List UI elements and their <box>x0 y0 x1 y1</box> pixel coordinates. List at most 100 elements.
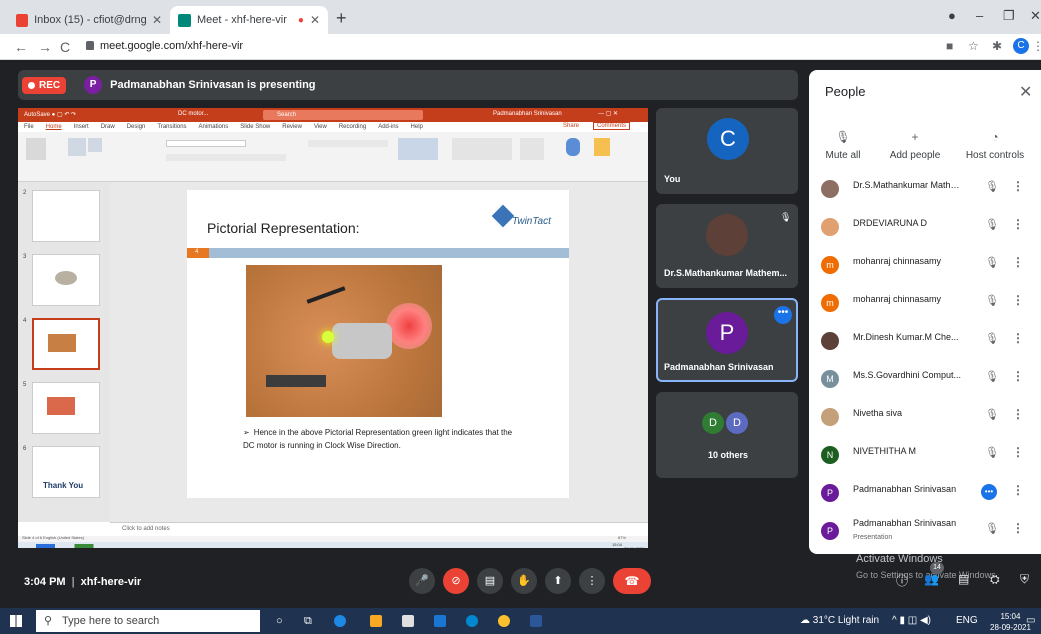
more-icon[interactable]: ⋮ <box>1012 255 1024 269</box>
ribbon-tab[interactable]: Draw <box>101 124 115 130</box>
slide-thumbnail[interactable] <box>32 190 100 242</box>
host-controls-button[interactable]: ◔ Host controls <box>965 130 1025 161</box>
notes-pane[interactable]: Click to add notes <box>110 522 648 536</box>
more-options-button[interactable]: ⋮ <box>579 568 605 594</box>
ribbon-tab[interactable]: Recording <box>339 124 366 130</box>
participant-row[interactable]: Mr.Dinesh Kumar.M Che... 🎙 ⋮ <box>809 322 1041 360</box>
slide-thumbnail-selected[interactable] <box>32 318 100 370</box>
edge-icon[interactable] <box>334 615 346 627</box>
more-icon[interactable]: ⋮ <box>1012 293 1024 307</box>
avatar[interactable]: C <box>1013 38 1029 54</box>
more-icon[interactable]: ⋮ <box>1012 445 1024 459</box>
reload-icon[interactable]: C <box>60 39 70 55</box>
close-icon[interactable]: ✕ <box>152 13 162 27</box>
participant-row[interactable]: m mohanraj chinnasamy 🎙 ⋮ <box>809 246 1041 284</box>
mic-button[interactable]: 🎤 <box>409 568 435 594</box>
font-select[interactable] <box>166 140 246 147</box>
more-icon[interactable]: ⋮ <box>1012 369 1024 383</box>
taskbar-search-input[interactable]: ⚲ Type here to search <box>36 610 260 632</box>
star-icon[interactable]: ☆ <box>968 39 979 53</box>
ribbon-tab[interactable]: File <box>24 124 34 130</box>
paste-icon[interactable] <box>26 138 46 160</box>
menu-icon[interactable]: ⋮ <box>1032 39 1041 53</box>
comments-button[interactable]: Comments <box>593 122 631 130</box>
pp-search-input[interactable]: Search <box>263 110 423 120</box>
participant-row[interactable]: P Padmanabhan Srinivasan ••• ⋮ <box>809 474 1041 512</box>
ribbon-tab[interactable]: Review <box>282 124 302 130</box>
ribbon-tab[interactable]: Animations <box>199 124 229 130</box>
maximize-button[interactable]: ❐ <box>1003 8 1015 24</box>
captions-button[interactable]: ▤ <box>477 568 503 594</box>
mail-icon[interactable] <box>434 615 446 627</box>
chrome-icon[interactable] <box>498 615 510 627</box>
ribbon-tab[interactable]: View <box>314 124 327 130</box>
file-explorer-icon[interactable] <box>370 615 382 627</box>
more-icon[interactable]: ⋮ <box>1012 217 1024 231</box>
tab-gmail[interactable]: Inbox (15) - cfiot@drngpasc.ac.i ✕ <box>8 6 170 34</box>
participant-row[interactable]: Nivetha siva 🎙 ⋮ <box>809 398 1041 436</box>
dictate-icon[interactable] <box>566 138 580 156</box>
participant-tile-presenter[interactable]: P ••• Padmanabhan Srinivasan <box>656 298 798 382</box>
design-ideas-icon[interactable] <box>594 138 610 156</box>
share-button[interactable]: Share <box>563 123 579 129</box>
new-tab-button[interactable]: + <box>336 8 347 29</box>
minimize-button[interactable]: – <box>976 8 983 23</box>
paragraph-icons[interactable] <box>308 140 388 147</box>
slide-thumbnail[interactable]: Thank You <box>32 446 100 498</box>
close-window-button[interactable]: ✕ <box>1030 8 1041 24</box>
participant-row[interactable]: Dr.S.Mathankumar Mathe... 🎙 ⋮ <box>809 170 1041 208</box>
close-icon[interactable]: ✕ <box>310 13 320 27</box>
pp-window-controls[interactable]: — ▢ ✕ <box>598 110 618 117</box>
host-shield-icon[interactable]: ⛨ <box>1020 572 1029 587</box>
taskbar-clock[interactable]: 15:04 28-09-2021 <box>990 611 1031 633</box>
url-field[interactable]: meet.google.com/xhf-here-vir <box>86 40 243 52</box>
notifications-icon[interactable]: ▭ <box>1026 615 1035 626</box>
close-icon[interactable]: ✕ <box>1019 82 1032 102</box>
participant-tile-others[interactable]: D D 10 others <box>656 392 798 478</box>
app-icon[interactable] <box>466 615 478 627</box>
chat-icon[interactable]: ▤ <box>958 572 969 586</box>
participant-tile[interactable]: 🎙 Dr.S.Mathankumar Mathem... <box>656 204 798 288</box>
windows-start-icon[interactable] <box>10 615 22 627</box>
more-icon[interactable]: ⋮ <box>1012 483 1024 497</box>
ribbon-tab[interactable]: Home <box>46 124 62 130</box>
back-icon[interactable]: ← <box>14 39 28 55</box>
camera-off-button[interactable]: ⊘ <box>443 568 469 594</box>
weather[interactable]: ☁ 31°C Light rain <box>800 615 879 626</box>
cortana-icon[interactable]: ○ <box>276 615 283 627</box>
tab-meet[interactable]: Meet - xhf-here-vir ● ✕ <box>170 6 328 34</box>
ribbon-tab[interactable]: Slide Show <box>240 124 270 130</box>
language-indicator[interactable]: ENG <box>956 615 978 626</box>
participant-row[interactable]: m mohanraj chinnasamy 🎙 ⋮ <box>809 284 1041 322</box>
word-icon[interactable] <box>530 615 542 627</box>
people-icon[interactable]: 👥 <box>924 572 939 586</box>
raise-hand-button[interactable]: ✋ <box>511 568 537 594</box>
present-button[interactable]: ⬆ <box>545 568 571 594</box>
mute-all-button[interactable]: 🎙 Mute all <box>813 130 873 161</box>
ribbon-tab[interactable]: Help <box>411 124 423 130</box>
ribbon-tab[interactable]: Insert <box>74 124 89 130</box>
store-icon[interactable] <box>402 615 414 627</box>
font-format-icons[interactable] <box>166 154 286 161</box>
participant-row[interactable]: N NIVETHITHA M 🎙 ⋮ <box>809 436 1041 474</box>
profile-icon[interactable]: ● <box>948 8 956 23</box>
task-view-icon[interactable]: ⧉ <box>304 615 312 628</box>
participant-row[interactable]: DRDEVIARUNA D 🎙 ⋮ <box>809 208 1041 246</box>
add-people-button[interactable]: + Add people <box>885 130 945 161</box>
shape-style-icons[interactable] <box>452 138 512 160</box>
ribbon-tab[interactable]: Design <box>127 124 146 130</box>
slide-thumbnail[interactable] <box>32 254 100 306</box>
more-options-icon[interactable]: ••• <box>774 306 792 324</box>
ribbon-tab[interactable]: Transitions <box>157 124 186 130</box>
end-call-button[interactable]: ☎ <box>613 568 651 594</box>
participant-tile-you[interactable]: C You <box>656 108 798 194</box>
new-slide-icon[interactable] <box>68 138 86 156</box>
more-icon[interactable]: ⋮ <box>1012 407 1024 421</box>
camera-icon[interactable]: ■ <box>946 39 953 53</box>
more-icon[interactable]: ⋮ <box>1012 331 1024 345</box>
reuse-slides-icon[interactable] <box>88 138 102 152</box>
extensions-icon[interactable]: ✱ <box>992 39 1002 53</box>
slide-thumbnail[interactable] <box>32 382 100 434</box>
participant-row[interactable]: P Padmanabhan Srinivasan Presentation 🎙 ⋮ <box>809 512 1041 550</box>
activities-icon[interactable]: ⛭ <box>990 572 1000 587</box>
